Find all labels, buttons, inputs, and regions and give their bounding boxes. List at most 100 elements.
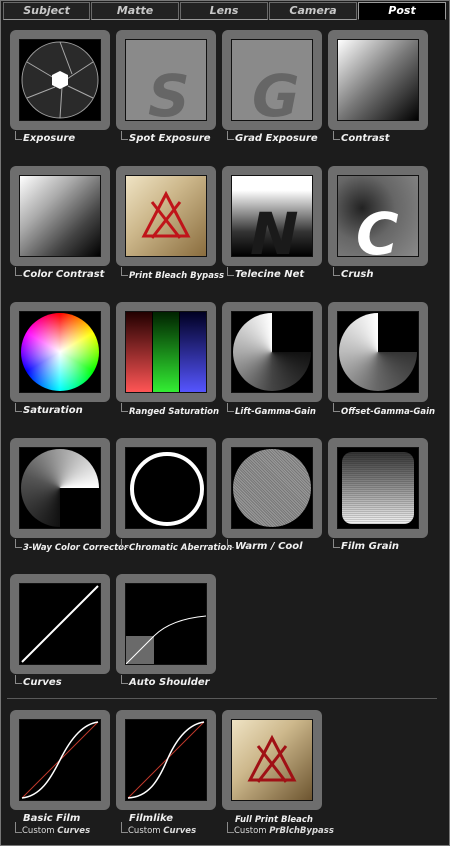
crush-c-icon: C xyxy=(337,175,419,257)
bleach-symbol-icon xyxy=(231,719,313,801)
label-bracket xyxy=(121,539,128,548)
auto-shoulder-label: Auto Shoulder xyxy=(129,677,210,688)
tab-subject[interactable]: Subject xyxy=(3,2,91,20)
curves-tile[interactable] xyxy=(10,574,110,674)
offset-gamma-gain-item[interactable]: Offset-Gamma-Gain xyxy=(328,302,435,422)
grad-exposure-g-icon: G xyxy=(231,39,313,121)
warm-cool-label: Warm / Cool xyxy=(235,541,303,552)
telecine-net-label: Telecine Net xyxy=(235,269,305,280)
s-curve-icon xyxy=(125,719,207,801)
full-print-bleach-sublabel: Custom PrBlchBypass xyxy=(234,826,334,836)
curves-label: Curves xyxy=(23,677,62,688)
chromatic-aberration-item[interactable]: Chromatic Aberration xyxy=(116,438,232,558)
three-way-tile[interactable] xyxy=(10,438,110,538)
ranged-saturation-tile[interactable] xyxy=(116,302,216,402)
saturation-tile[interactable] xyxy=(10,302,110,402)
film-grain-tile[interactable] xyxy=(328,438,428,538)
print-bleach-bypass-item[interactable]: Print Bleach Bypass xyxy=(116,166,224,286)
label-bracket xyxy=(15,131,22,140)
offset-gamma-gain-label: Offset-Gamma-Gain xyxy=(341,407,436,417)
section-divider xyxy=(7,698,437,699)
telecine-net-tile[interactable]: N xyxy=(222,166,322,266)
color-wheel-icon xyxy=(19,311,101,393)
color-contrast-item[interactable]: Color Contrast xyxy=(10,166,110,286)
spot-exposure-item[interactable]: S Spot Exposure xyxy=(116,30,216,150)
label-bracket xyxy=(227,267,234,276)
label-bracket xyxy=(121,267,128,276)
exposure-item[interactable]: Exposure xyxy=(10,30,110,150)
warm-cool-disc-icon xyxy=(231,447,313,529)
basic-film-item[interactable]: Basic Film Custom Curves xyxy=(10,710,110,836)
three-way-wheel-icon xyxy=(19,447,101,529)
tab-camera[interactable]: Camera xyxy=(269,2,358,20)
s-curve-icon xyxy=(19,719,101,801)
color-contrast-gradient-icon xyxy=(19,175,101,257)
ranged-saturation-item[interactable]: Ranged Saturation xyxy=(116,302,219,422)
auto-shoulder-curve-icon xyxy=(125,583,207,665)
film-grain-label: Film Grain xyxy=(341,541,400,552)
lgg-wheel-icon xyxy=(231,311,313,393)
chromatic-aberration-tile[interactable] xyxy=(116,438,216,538)
auto-shoulder-item[interactable]: Auto Shoulder xyxy=(116,574,216,694)
print-bleach-bypass-label: Print Bleach Bypass xyxy=(129,271,225,281)
label-bracket xyxy=(227,539,234,548)
label-bracket xyxy=(121,675,128,684)
full-print-bleach-tile[interactable] xyxy=(222,710,322,810)
saturation-label: Saturation xyxy=(23,405,83,416)
full-print-bleach-item[interactable]: Full Print Bleach Custom PrBlchBypass xyxy=(222,710,334,836)
label-bracket xyxy=(15,539,22,548)
contrast-label: Contrast xyxy=(341,133,390,144)
three-way-label: 3-Way Color Corrector xyxy=(23,543,129,553)
contrast-item[interactable]: Contrast xyxy=(328,30,428,150)
exposure-label: Exposure xyxy=(23,133,76,144)
warm-cool-item[interactable]: Warm / Cool xyxy=(222,438,322,558)
label-bracket xyxy=(15,403,22,412)
tab-post[interactable]: Post xyxy=(358,2,447,20)
telecine-n-icon: N xyxy=(231,175,313,257)
ranged-saturation-label: Ranged Saturation xyxy=(129,407,219,417)
label-bracket xyxy=(333,539,340,548)
basic-film-tile[interactable] xyxy=(10,710,110,810)
film-grain-item[interactable]: Film Grain xyxy=(328,438,428,558)
label-bracket xyxy=(121,403,128,412)
grad-glyph: G xyxy=(252,62,300,120)
curves-line-icon xyxy=(19,583,101,665)
crush-label: Crush xyxy=(341,269,374,280)
color-contrast-tile[interactable] xyxy=(10,166,110,266)
curves-item[interactable]: Curves xyxy=(10,574,110,694)
crush-glyph: C xyxy=(356,200,399,256)
filmlike-item[interactable]: Filmlike Custom Curves xyxy=(116,710,216,836)
grad-exposure-item[interactable]: G Grad Exposure xyxy=(222,30,322,150)
spot-exposure-label: Spot Exposure xyxy=(129,133,211,144)
auto-shoulder-tile[interactable] xyxy=(116,574,216,674)
saturation-item[interactable]: Saturation xyxy=(10,302,110,422)
lift-gamma-gain-item[interactable]: Lift-Gamma-Gain xyxy=(222,302,322,422)
print-bleach-bypass-tile[interactable] xyxy=(116,166,216,266)
exposure-tile[interactable] xyxy=(10,30,110,130)
filmlike-tile[interactable] xyxy=(116,710,216,810)
lift-gamma-gain-tile[interactable] xyxy=(222,302,322,402)
color-contrast-label: Color Contrast xyxy=(23,269,105,280)
offset-gamma-gain-tile[interactable] xyxy=(328,302,428,402)
spot-exposure-s-icon: S xyxy=(125,39,207,121)
filmlike-sublabel: Custom Curves xyxy=(128,826,197,836)
telecine-net-item[interactable]: N Telecine Net xyxy=(222,166,322,286)
three-way-item[interactable]: 3-Way Color Corrector xyxy=(10,438,128,558)
basic-film-label: Basic Film xyxy=(23,813,81,824)
label-bracket xyxy=(227,822,234,833)
tab-matte[interactable]: Matte xyxy=(91,2,180,20)
label-bracket xyxy=(15,267,22,276)
grad-exposure-label: Grad Exposure xyxy=(235,133,318,144)
spot-exposure-tile[interactable]: S xyxy=(116,30,216,130)
full-print-bleach-label: Full Print Bleach xyxy=(235,815,313,825)
label-bracket xyxy=(15,822,22,833)
label-bracket xyxy=(333,131,340,140)
grad-exposure-tile[interactable]: G xyxy=(222,30,322,130)
warm-cool-tile[interactable] xyxy=(222,438,322,538)
contrast-tile[interactable] xyxy=(328,30,428,130)
crush-item[interactable]: C Crush xyxy=(328,166,428,286)
rgb-bars-icon xyxy=(125,311,207,393)
crush-tile[interactable]: C xyxy=(328,166,428,266)
tab-lens[interactable]: Lens xyxy=(180,2,269,20)
chromatic-aberration-label: Chromatic Aberration xyxy=(129,543,233,553)
